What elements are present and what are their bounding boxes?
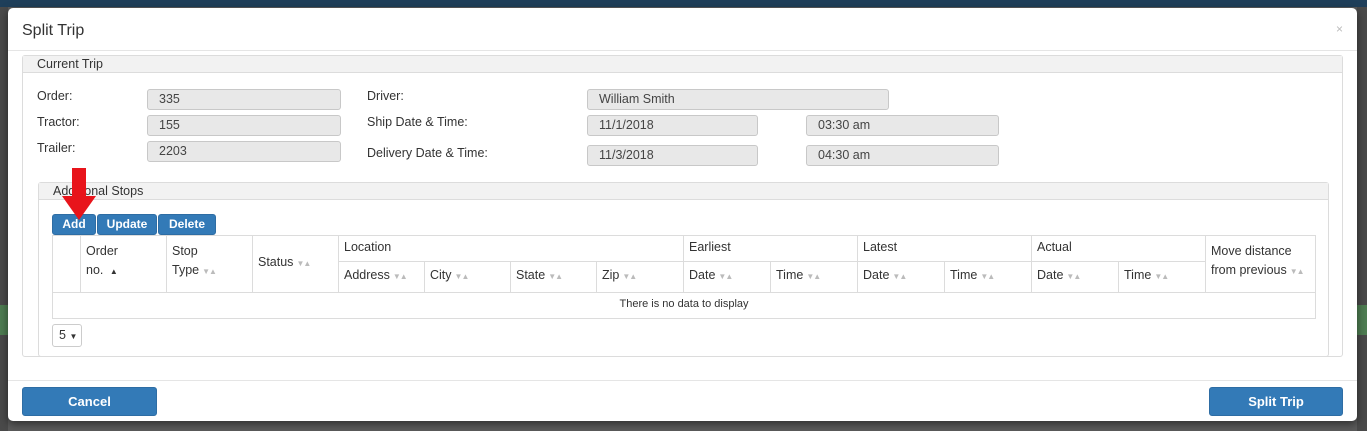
sort-icon: ▼▲ [718, 272, 733, 281]
sort-icon: ▼▲ [980, 272, 995, 281]
col-move-distance-line2: from previous [1211, 263, 1287, 277]
col-state-label: State [516, 268, 546, 282]
sort-icon: ▼▲ [1154, 272, 1169, 281]
sort-icon: ▼▲ [806, 272, 821, 281]
background-green-strip [1357, 305, 1367, 335]
col-city-label: City [430, 268, 452, 282]
col-actual-time-label: Time [1124, 268, 1152, 282]
col-address-label: Address [344, 268, 390, 282]
stops-table: Order no. ▲ Stop Type ▼▲ Status ▼▲ Locatio… [52, 235, 1316, 319]
col-actual-date[interactable]: Date ▼▲ [1037, 266, 1081, 286]
tractor-field: 155 [147, 115, 341, 136]
col-group-latest: Latest [863, 240, 898, 254]
background-right [1357, 7, 1367, 431]
col-order-no[interactable]: Order no. ▲ [86, 242, 118, 281]
sort-icon: ▼▲ [296, 259, 311, 268]
current-trip-heading: Current Trip [23, 56, 1342, 73]
col-zip[interactable]: Zip ▼▲ [602, 266, 637, 286]
col-order-no-line2: no. [86, 263, 104, 277]
sort-icon: ▼▲ [454, 272, 470, 281]
driver-label: Driver: [367, 89, 404, 103]
col-earliest-date-label: Date [689, 268, 716, 282]
col-latest-date-label: Date [863, 268, 890, 282]
tractor-label: Tractor: [37, 115, 80, 129]
ship-date-field: 11/1/2018 [587, 115, 758, 136]
delivery-date-field: 11/3/2018 [587, 145, 758, 166]
background-left [0, 7, 8, 431]
col-zip-label: Zip [602, 268, 620, 282]
sort-icon: ▼▲ [1289, 267, 1305, 276]
delete-button[interactable]: Delete [158, 214, 216, 235]
order-label: Order: [37, 89, 73, 103]
additional-stops-panel: Additional Stops Add Update Delete Order… [38, 182, 1329, 357]
col-group-earliest: Earliest [689, 240, 731, 254]
current-trip-panel: Current Trip Order: 335 Tractor: 155 Tra… [22, 55, 1343, 357]
col-stop-type-line1: Stop [172, 244, 198, 258]
col-move-distance-line1: Move distance [1211, 244, 1292, 258]
modal-title: Split Trip [22, 22, 85, 39]
col-group-actual: Actual [1037, 240, 1072, 254]
col-status[interactable]: Status ▼▲ [258, 253, 311, 273]
update-button[interactable]: Update [97, 214, 157, 235]
col-earliest-date[interactable]: Date ▼▲ [689, 266, 733, 286]
col-order-no-line1: Order [86, 244, 118, 258]
sort-icon: ▼▲ [1066, 272, 1081, 281]
col-city[interactable]: City ▼▲ [430, 266, 470, 286]
app-topbar [0, 0, 1367, 7]
modal-header: Split Trip × [8, 8, 1357, 51]
split-trip-modal: Split Trip × Current Trip Order: 335 Tra… [8, 8, 1357, 421]
arrow-down-icon [62, 168, 96, 220]
sort-icon: ▼▲ [548, 272, 563, 281]
sort-icon: ▼▲ [622, 272, 637, 281]
additional-stops-heading: Additional Stops [39, 183, 1328, 200]
ship-time-field: 03:30 am [806, 115, 999, 136]
page-size-value: 5 [59, 328, 66, 342]
col-move-distance[interactable]: Move distance from previous ▼▲ [1211, 242, 1305, 281]
col-group-location: Location [344, 240, 392, 254]
background-green-strip [0, 305, 8, 335]
col-latest-date[interactable]: Date ▼▲ [863, 266, 907, 286]
sort-icon: ▼▲ [892, 272, 907, 281]
delivery-time-field: 04:30 am [806, 145, 999, 166]
col-address[interactable]: Address ▼▲ [344, 266, 408, 286]
order-field: 335 [147, 89, 341, 110]
cancel-button[interactable]: Cancel [22, 387, 157, 416]
driver-field: William Smith [587, 89, 889, 110]
col-actual-date-label: Date [1037, 268, 1064, 282]
col-stop-type[interactable]: Stop Type ▼▲ [172, 242, 217, 281]
sort-icon: ▼▲ [392, 272, 408, 281]
col-actual-time[interactable]: Time ▼▲ [1124, 266, 1169, 286]
page-size-dropdown[interactable]: 5 ▼ [52, 324, 82, 347]
delivery-date-time-label: Delivery Date & Time: [367, 146, 488, 160]
sort-asc-icon: ▲ [109, 267, 118, 276]
col-state[interactable]: State ▼▲ [516, 266, 563, 286]
trailer-field: 2203 [147, 141, 341, 162]
col-status-label: Status [258, 255, 294, 269]
col-latest-time[interactable]: Time ▼▲ [950, 266, 995, 286]
split-trip-button[interactable]: Split Trip [1209, 387, 1343, 416]
col-stop-type-line2: Type [172, 263, 200, 277]
caret-down-icon: ▼ [69, 332, 78, 341]
empty-table-message: There is no data to display [619, 298, 749, 310]
modal-footer [8, 380, 1357, 381]
sort-icon: ▼▲ [202, 267, 217, 276]
ship-date-time-label: Ship Date & Time: [367, 115, 468, 129]
close-icon[interactable]: × [1336, 22, 1343, 36]
col-latest-time-label: Time [950, 268, 978, 282]
col-earliest-time[interactable]: Time ▼▲ [776, 266, 821, 286]
trailer-label: Trailer: [37, 141, 76, 155]
col-earliest-time-label: Time [776, 268, 804, 282]
